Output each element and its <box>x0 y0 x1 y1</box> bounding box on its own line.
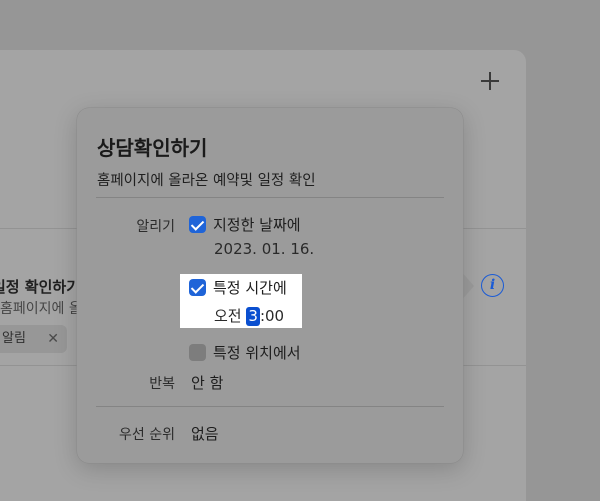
on-time-label[interactable]: 특정 시간에 <box>213 277 287 298</box>
alert-label: 알리기 <box>136 219 175 235</box>
popover-divider <box>96 406 444 407</box>
info-icon[interactable]: i <box>481 274 504 297</box>
date-field[interactable]: 2023. 01. 16. <box>214 240 314 258</box>
on-date-checkbox[interactable] <box>189 216 206 233</box>
repeat-value[interactable]: 안 함 <box>191 372 223 393</box>
reminder-title[interactable]: 상담확인하기 <box>97 132 207 161</box>
reminder-alert-tag-label: 알림 <box>2 331 26 346</box>
reminder-item-notes: 홈페이지에 올라온 예약 <box>0 301 80 317</box>
time-minute-segment[interactable]: :00 <box>260 307 284 325</box>
priority-label: 우선 순위 <box>119 427 175 443</box>
close-icon[interactable]: ✕ <box>47 325 59 353</box>
on-date-label[interactable]: 지정한 날짜에 <box>213 214 301 235</box>
priority-value[interactable]: 없음 <box>191 423 219 444</box>
time-ampm[interactable]: 오전 <box>214 307 242 325</box>
time-hour-segment[interactable]: 3 <box>246 307 260 326</box>
time-field[interactable]: 오전 3:00 <box>214 305 284 326</box>
add-reminder-button[interactable] <box>479 70 501 92</box>
at-location-label[interactable]: 특정 위치에서 <box>213 342 301 363</box>
at-location-checkbox[interactable] <box>189 344 206 361</box>
popover-divider <box>96 197 444 198</box>
reminder-item-title[interactable]: 일정 확인하기 <box>0 276 80 297</box>
on-time-checkbox[interactable] <box>189 279 206 296</box>
reminder-details-popover: 상담확인하기 홈페이지에 올라온 예약및 일정 확인 알리기 지정한 날짜에 2… <box>77 108 463 463</box>
reminder-alert-tag[interactable]: 알림 ✕ <box>0 325 67 353</box>
reminder-notes[interactable]: 홈페이지에 올라온 예약및 일정 확인 <box>97 169 316 190</box>
repeat-label: 반복 <box>149 376 175 392</box>
